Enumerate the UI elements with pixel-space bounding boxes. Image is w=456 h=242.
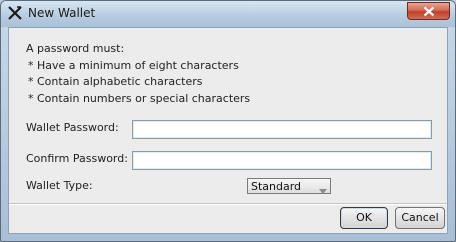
x-logo-icon [7,5,23,21]
chevron-down-icon [319,184,327,197]
new-wallet-dialog: New Wallet A password must: * Have a min… [0,0,456,242]
wallet-password-label: Wallet Password: [26,121,119,134]
confirm-password-label: Confirm Password: [26,152,128,165]
close-icon [423,6,435,17]
requirements-heading: A password must: [26,42,125,55]
window-title: New Wallet [28,6,96,20]
cancel-button[interactable]: Cancel [395,207,445,229]
wallet-type-value: Standard [251,180,302,193]
dialog-content: A password must: * Have a minimum of eig… [8,27,448,234]
requirement-item: * Have a minimum of eight characters [28,59,239,72]
title-bar[interactable]: New Wallet [1,1,455,27]
wallet-password-field[interactable] [132,120,432,139]
button-divider [9,203,447,205]
close-button[interactable] [407,2,450,20]
requirement-item: * Contain alphabetic characters [28,75,203,88]
confirm-password-field[interactable] [132,151,432,170]
wallet-type-select[interactable]: Standard [247,178,331,194]
requirement-item: * Contain numbers or special characters [28,92,251,105]
ok-button[interactable]: OK [340,207,388,229]
wallet-type-label: Wallet Type: [26,179,93,192]
